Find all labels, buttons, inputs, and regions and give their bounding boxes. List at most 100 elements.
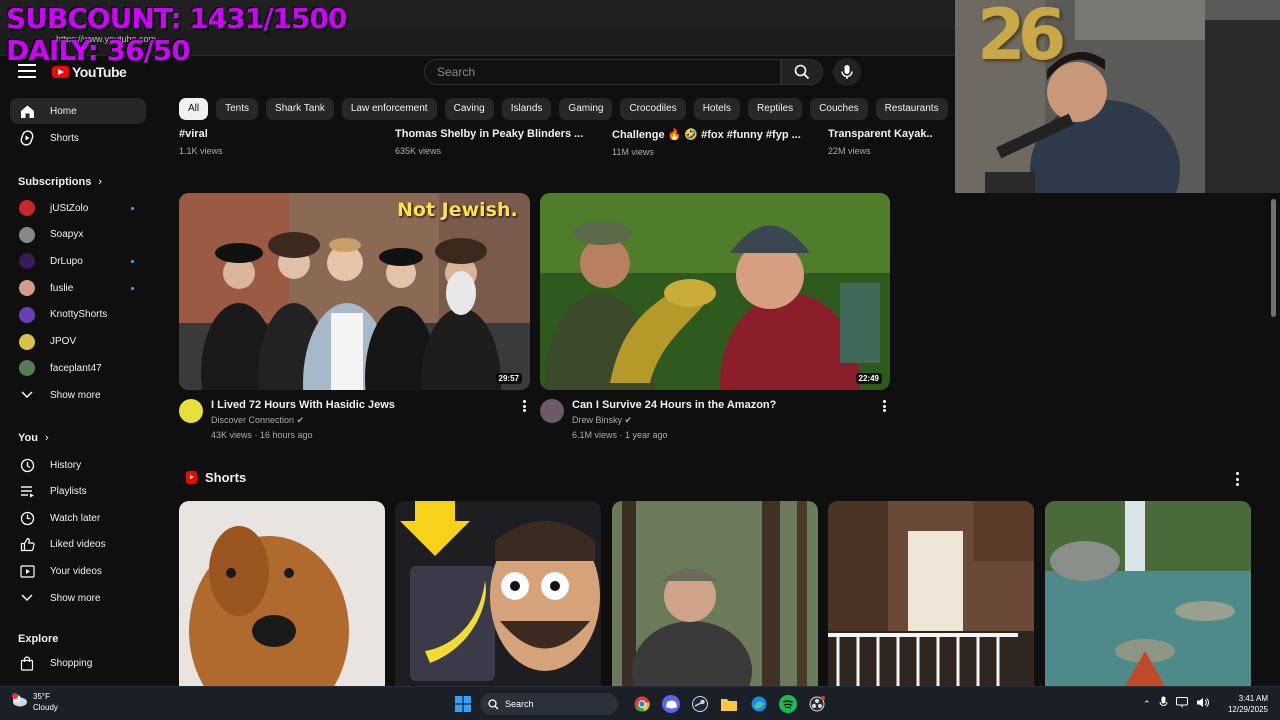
shorts-logo-icon xyxy=(186,471,197,484)
windows-start-icon[interactable] xyxy=(454,695,472,713)
filter-chip[interactable]: Crocodiles xyxy=(620,98,686,120)
sidebar-item-subscription[interactable]: fuslie xyxy=(10,275,146,301)
more-options-icon[interactable] xyxy=(518,399,530,413)
short-thumbnail[interactable] xyxy=(1045,501,1251,686)
filter-chip[interactable]: Tents xyxy=(216,98,259,120)
filter-chip[interactable]: Restaurants xyxy=(875,98,948,120)
sidebar-item-playlists[interactable]: Playlists xyxy=(10,478,146,504)
spotify-icon[interactable] xyxy=(779,695,797,713)
new-content-dot xyxy=(131,206,134,210)
hasidic-thumbnail-image xyxy=(179,193,530,390)
more-options-icon[interactable] xyxy=(878,399,890,413)
sidebar-item-label: JPOV xyxy=(50,336,77,347)
filter-chip[interactable]: Caving xyxy=(444,98,494,120)
forest-hiker-short-image xyxy=(612,501,818,686)
scrollbar-thumb[interactable] xyxy=(1271,199,1276,317)
dog-short-image xyxy=(179,501,385,686)
sidebar-item-liked-videos[interactable]: Liked videos xyxy=(10,531,146,557)
filter-chip[interactable]: Shark Tank xyxy=(266,98,334,120)
weather-temperature: 35°F xyxy=(33,692,50,701)
sidebar-item-shorts[interactable]: Shorts xyxy=(10,125,146,151)
taskbar-search[interactable]: Search xyxy=(480,693,618,715)
filter-chip[interactable]: Law enforcement xyxy=(341,98,437,120)
chevron-down-icon xyxy=(18,386,36,404)
video-info-row1-2[interactable]: Thomas Shelby in Peaky Blinders ... 635K… xyxy=(395,128,605,156)
sidebar-item-label: Show more xyxy=(50,592,101,604)
sidebar-item-subscription[interactable]: Soapyx xyxy=(10,222,146,248)
video-title[interactable]: #viral xyxy=(179,128,389,140)
sidebar-item-subscription[interactable]: KnottyShorts xyxy=(10,302,146,328)
sidebar-item-your-videos[interactable]: Your videos xyxy=(10,558,146,584)
short-thumbnail[interactable] xyxy=(828,501,1034,686)
filter-chip[interactable]: Couches xyxy=(810,98,868,120)
filter-chip[interactable]: Reptiles xyxy=(748,98,803,120)
video-thumbnail[interactable]: Not Jewish. 29:57 xyxy=(179,193,530,390)
channel-avatar[interactable] xyxy=(540,399,564,423)
weather-widget[interactable]: 35°F Cloudy xyxy=(10,691,58,713)
system-tray: ⌃ xyxy=(1143,695,1209,713)
show-more-subscriptions[interactable]: Show more xyxy=(10,382,146,408)
sidebar-item-subscription[interactable]: jUStZolo xyxy=(10,195,146,221)
search-icon xyxy=(488,698,499,709)
page-scrollbar[interactable] xyxy=(1268,193,1280,686)
channel-name[interactable]: Discover Connection ✔ xyxy=(211,415,304,426)
you-heading[interactable]: You › xyxy=(18,432,49,444)
video-title[interactable]: I Lived 72 Hours With Hasidic Jews xyxy=(211,399,395,411)
filter-chip-bar: All Tents Shark Tank Law enforcement Caving I… xyxy=(179,98,955,120)
verified-icon: ✔ xyxy=(296,415,305,425)
sidebar-item-subscription[interactable]: JPOV xyxy=(10,329,146,355)
search-input[interactable]: Search xyxy=(424,59,781,85)
microphone-icon[interactable] xyxy=(1159,695,1168,713)
short-thumbnail[interactable] xyxy=(179,501,385,686)
show-more-you[interactable]: Show more xyxy=(10,585,146,611)
display-icon[interactable] xyxy=(1175,695,1188,713)
video-title[interactable]: Challenge 🔥 🤣 #fox #funny #fyp ... xyxy=(612,128,822,141)
taskbar-clock[interactable]: 3:41 AM 12/29/2025 xyxy=(1222,693,1268,715)
more-options-icon[interactable] xyxy=(1236,472,1240,486)
short-thumbnail[interactable] xyxy=(612,501,818,686)
filter-chip[interactable]: Hotels xyxy=(693,98,741,120)
discord-icon[interactable] xyxy=(662,695,680,713)
volume-icon[interactable] xyxy=(1196,695,1209,713)
video-title[interactable]: Thomas Shelby in Peaky Blinders ... xyxy=(395,128,605,140)
sidebar-item-label: Shorts xyxy=(50,132,79,144)
short-thumbnail[interactable] xyxy=(395,501,601,686)
history-icon xyxy=(18,456,36,474)
filter-chip[interactable]: All xyxy=(179,98,209,120)
sidebar-item-history[interactable]: History xyxy=(10,452,146,478)
sidebar-item-label: Your videos xyxy=(50,565,102,577)
video-card[interactable]: Not Jewish. 29:57 I Lived 72 Hours With … xyxy=(179,193,530,440)
edge-icon[interactable] xyxy=(750,695,768,713)
chevron-up-icon[interactable]: ⌃ xyxy=(1143,699,1151,710)
sidebar-item-label: Home xyxy=(50,105,77,117)
video-card[interactable]: 22:49 Can I Survive 24 Hours in the Amaz… xyxy=(540,193,890,440)
video-thumbnail[interactable]: 22:49 xyxy=(540,193,890,390)
sidebar-item-shopping[interactable]: Shopping xyxy=(10,650,146,676)
filter-chip[interactable]: Gaming xyxy=(559,98,613,120)
obs-icon[interactable] xyxy=(808,695,826,713)
video-info-row1-4[interactable]: Transparent Kayak.. 22M views xyxy=(828,128,953,156)
sidebar-item-watch-later[interactable]: Watch later xyxy=(10,505,146,531)
daily-overlay: DAILY: 36/50 xyxy=(6,34,191,67)
sidebar-item-home[interactable]: Home xyxy=(10,98,146,124)
video-title[interactable]: Transparent Kayak.. xyxy=(828,128,953,140)
chrome-icon[interactable] xyxy=(633,695,651,713)
filter-chip[interactable]: Islands xyxy=(501,98,552,120)
voice-search-button[interactable] xyxy=(833,58,861,86)
subscriptions-heading[interactable]: Subscriptions › xyxy=(18,176,102,188)
webcam-feed: 26 xyxy=(955,0,1280,193)
channel-avatar[interactable] xyxy=(179,399,203,423)
video-title[interactable]: Can I Survive 24 Hours in the Amazon? xyxy=(572,399,776,411)
sidebar-item-subscription[interactable]: faceplant47 xyxy=(10,355,146,381)
sidebar-item-subscription[interactable]: DrLupo xyxy=(10,248,146,274)
home-icon xyxy=(18,102,36,120)
channel-name[interactable]: Drew Binsky ✔ xyxy=(572,415,632,426)
steam-icon[interactable] xyxy=(691,695,709,713)
search-button[interactable] xyxy=(781,59,823,85)
video-duration: 22:49 xyxy=(855,373,882,384)
file-explorer-icon[interactable] xyxy=(720,695,738,713)
video-info-row1-3[interactable]: Challenge 🔥 🤣 #fox #funny #fyp ... 11M v… xyxy=(612,128,822,157)
chevron-right-icon: › xyxy=(98,176,103,188)
sidebar-item-label: Playlists xyxy=(50,485,87,497)
video-info-row1-1[interactable]: #viral 1.1K views xyxy=(179,128,389,156)
